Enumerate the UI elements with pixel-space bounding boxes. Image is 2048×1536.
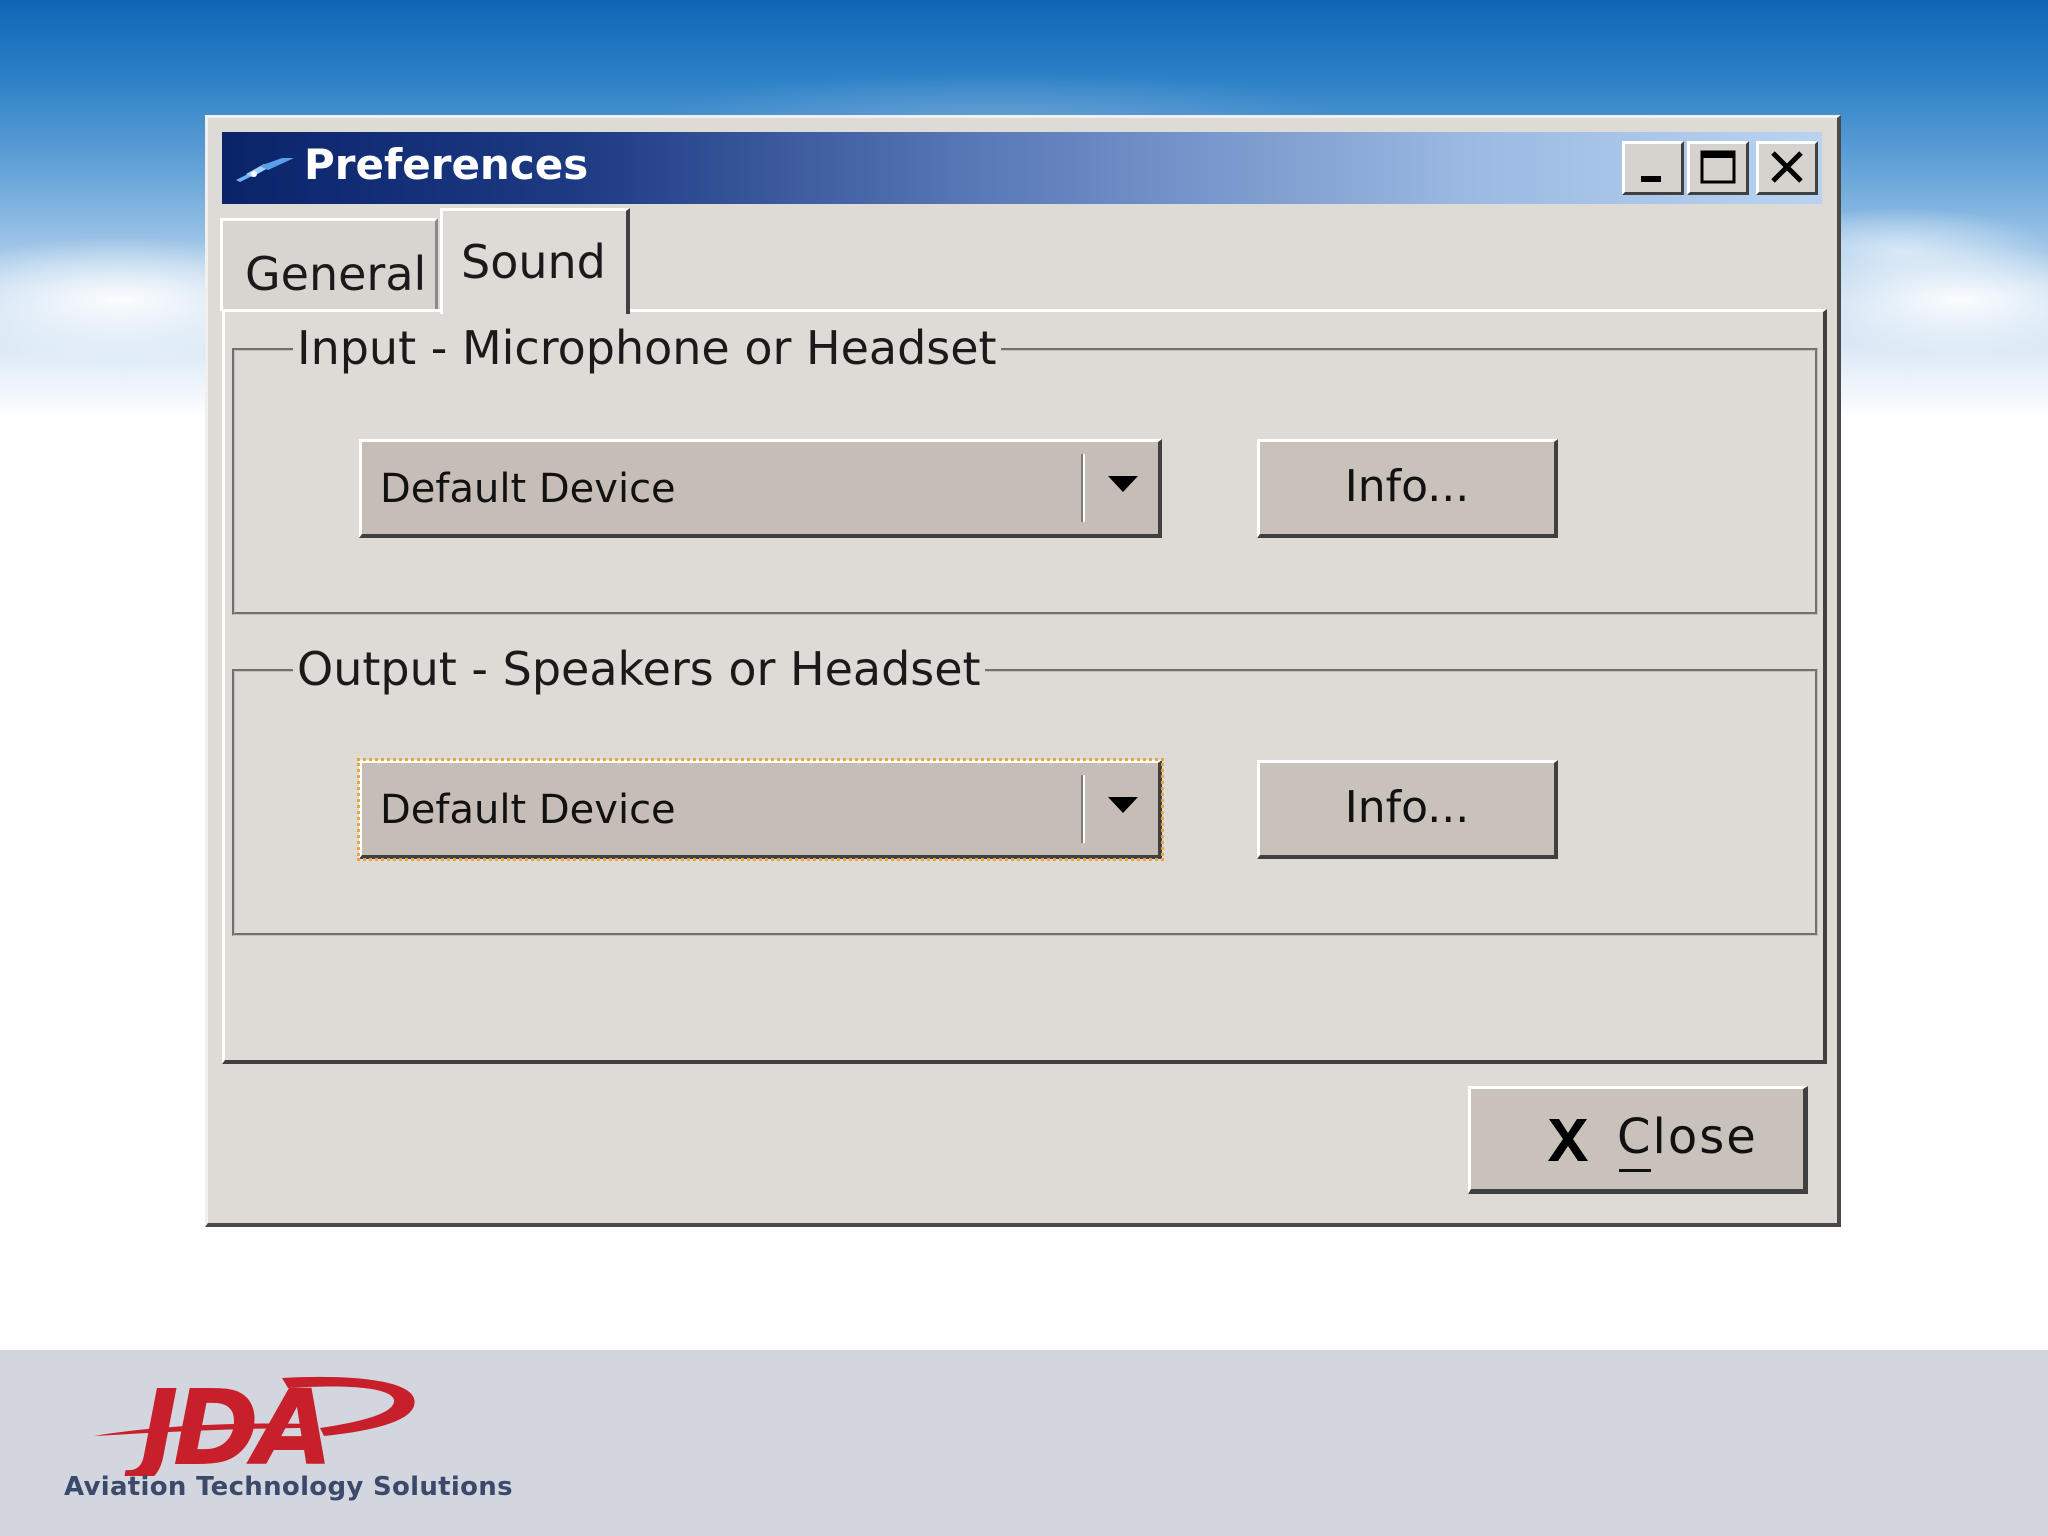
output-info-button[interactable]: Info... bbox=[1257, 760, 1558, 859]
input-info-button[interactable]: Info... bbox=[1257, 439, 1558, 538]
input-device-value: Default Device bbox=[380, 466, 676, 512]
output-device-select[interactable]: Default Device bbox=[357, 758, 1164, 861]
output-group: Output - Speakers or Headset Default Dev… bbox=[232, 642, 1818, 936]
maximize-button[interactable] bbox=[1687, 141, 1749, 195]
sound-tab-panel: Input - Microphone or Headset Default De… bbox=[222, 309, 1827, 1064]
tab-general-label: General bbox=[245, 247, 427, 301]
preferences-dialog: Preferences General Sound Input - Microp… bbox=[205, 115, 1841, 1227]
minimize-button[interactable] bbox=[1622, 141, 1684, 195]
close-window-button[interactable] bbox=[1756, 141, 1818, 195]
chevron-down-icon[interactable] bbox=[1104, 472, 1142, 496]
output-group-legend: Output - Speakers or Headset bbox=[293, 642, 985, 696]
tab-sound-label: Sound bbox=[461, 235, 606, 289]
app-icon bbox=[236, 158, 294, 182]
close-x-icon bbox=[1548, 1119, 1588, 1161]
tab-general[interactable]: General bbox=[220, 218, 438, 311]
tab-sound[interactable]: Sound bbox=[440, 208, 630, 314]
minimize-icon bbox=[1641, 176, 1661, 182]
close-button[interactable]: Close bbox=[1468, 1086, 1808, 1194]
output-device-value: Default Device bbox=[380, 787, 676, 833]
company-tagline: Aviation Technology Solutions bbox=[64, 1472, 513, 1502]
close-icon bbox=[1771, 151, 1803, 183]
input-group: Input - Microphone or Headset Default De… bbox=[232, 321, 1818, 615]
chevron-down-icon[interactable] bbox=[1104, 793, 1142, 817]
input-device-select[interactable]: Default Device bbox=[359, 439, 1162, 538]
mnemonic-underline bbox=[1619, 1169, 1651, 1172]
input-group-legend: Input - Microphone or Headset bbox=[293, 321, 1001, 375]
window-title: Preferences bbox=[304, 140, 589, 189]
title-bar[interactable]: Preferences bbox=[222, 132, 1822, 204]
jda-logo: JDA bbox=[94, 1367, 415, 1476]
maximize-icon bbox=[1700, 150, 1736, 184]
combo-divider bbox=[1081, 454, 1085, 522]
close-button-label: Close bbox=[1617, 1109, 1758, 1165]
combo-divider bbox=[1081, 775, 1085, 843]
